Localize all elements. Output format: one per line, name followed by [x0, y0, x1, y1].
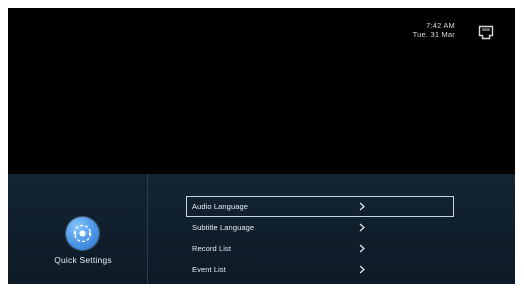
menu-item-label: Event List: [192, 265, 226, 274]
chevron-right-icon: [359, 223, 365, 232]
menu-item-event-list[interactable]: Event List: [186, 259, 454, 280]
menu-item-subtitle-language[interactable]: Subtitle Language: [186, 217, 454, 238]
quick-settings-panel: Quick Settings Audio Language Subtitle L…: [8, 174, 515, 284]
chevron-right-icon: [359, 202, 365, 211]
status-date: Tue. 31 Mar: [412, 30, 455, 39]
menu-item-audio-language[interactable]: Audio Language: [186, 196, 454, 217]
menu-item-label: Audio Language: [192, 202, 249, 211]
quick-settings-menu: Audio Language Subtitle Language Record …: [186, 196, 454, 280]
quick-settings-icon: [66, 217, 99, 250]
quick-settings-header: Quick Settings: [8, 174, 148, 284]
chevron-right-icon: [359, 244, 365, 253]
tv-screen: 7:42 AM Tue. 31 Mar Quick Settings Audio…: [8, 8, 515, 284]
status-time: 7:42 AM: [426, 21, 455, 30]
menu-item-record-list[interactable]: Record List: [186, 238, 454, 259]
menu-item-label: Subtitle Language: [192, 223, 255, 232]
status-clock: 7:42 AM Tue. 31 Mar: [413, 21, 455, 39]
ethernet-icon: [478, 25, 494, 40]
chevron-right-icon: [359, 265, 365, 274]
quick-settings-label: Quick Settings: [54, 255, 112, 265]
menu-item-label: Record List: [192, 244, 232, 253]
